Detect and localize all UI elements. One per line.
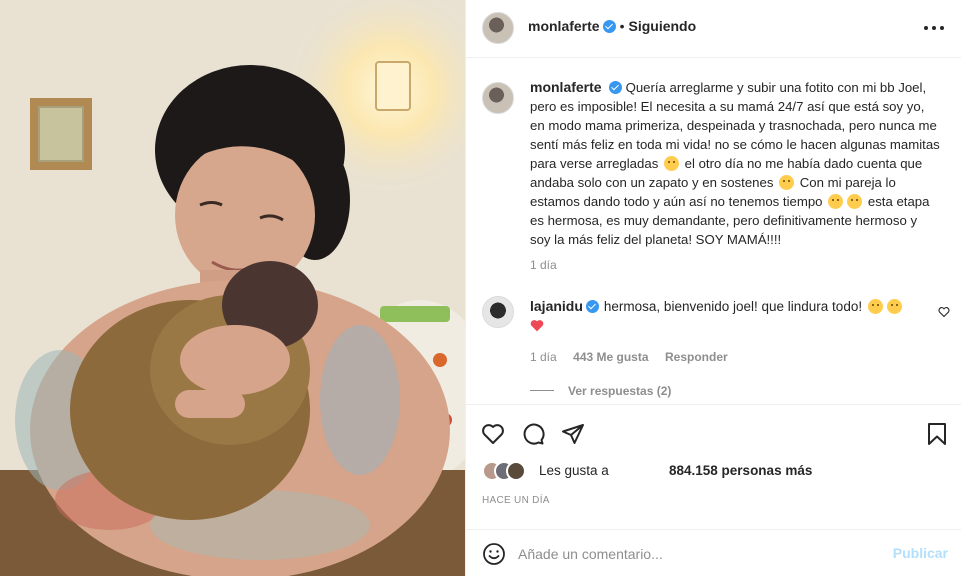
likes-prefix: Les gusta a [539, 463, 609, 478]
bookmark-icon[interactable] [926, 422, 948, 446]
verified-icon [602, 20, 616, 33]
view-replies[interactable]: Ver respuestas (2) [530, 382, 671, 400]
reply-button[interactable]: Responder [665, 350, 728, 364]
emoji-icon [886, 299, 902, 314]
more-icon[interactable] [924, 22, 944, 34]
heart-icon[interactable] [481, 422, 505, 446]
comment-body: hermosa, bienvenido joel! que lindura to… [603, 299, 863, 314]
caption-username[interactable]: monlaferte [530, 79, 602, 95]
emoji-icon [867, 299, 883, 314]
comment-like-heart-icon[interactable] [938, 306, 950, 318]
verified-icon [585, 300, 599, 313]
post-photo[interactable] [0, 0, 465, 576]
commenter-avatar[interactable] [482, 296, 514, 328]
comment-text: lajanidu hermosa, bienvenido joel! que li… [530, 297, 930, 335]
likes-summary: Les gusta a 884.158 personas más [482, 461, 942, 483]
comment-age[interactable]: 1 día [530, 350, 557, 364]
author-username[interactable]: monlaferte [528, 18, 600, 34]
likes-count[interactable]: 884.158 personas más [669, 463, 812, 478]
caption-text: monlaferte Quería arreglarme y subir una … [530, 78, 940, 249]
following-button[interactable]: Siguiendo [628, 18, 696, 34]
red-heart-emoji-icon [530, 320, 544, 332]
author-line: monlaferte • Siguiendo [528, 18, 696, 36]
caption-age[interactable]: 1 día [530, 258, 557, 272]
comment-composer: Publicar [466, 529, 961, 576]
post-photo-illustration [0, 0, 465, 576]
comment-likes[interactable]: 443 Me gusta [573, 350, 648, 364]
emoji-icon [847, 194, 863, 209]
liker-avatar[interactable] [506, 461, 526, 481]
separator-dot: • [619, 18, 625, 34]
comment-icon[interactable] [521, 422, 545, 446]
post-side-panel: monlaferte • Siguiendo monlaferte Quería ar… [465, 0, 961, 576]
view-replies-label[interactable]: Ver respuestas (2) [568, 384, 671, 398]
comment-input[interactable] [518, 542, 878, 566]
caption-avatar[interactable] [482, 82, 514, 114]
replies-line [530, 390, 554, 391]
publish-button[interactable]: Publicar [893, 545, 948, 561]
emoji-icon [663, 156, 679, 171]
post-timestamp[interactable]: HACE UN DÍA [482, 495, 550, 506]
emoji-icon [828, 194, 844, 209]
post-actions: Les gusta a 884.158 personas más HACE UN… [466, 404, 961, 576]
verified-icon [608, 81, 622, 94]
share-icon[interactable] [561, 422, 585, 446]
comment-item: lajanidu hermosa, bienvenido joel! que li… [482, 296, 952, 398]
emoji-picker-icon[interactable] [482, 542, 506, 566]
emoji-icon [779, 175, 795, 190]
author-avatar[interactable] [482, 12, 514, 44]
commenter-username[interactable]: lajanidu [530, 298, 583, 314]
comment-meta: 1 día 443 Me gusta Responder [530, 348, 728, 366]
post-header: monlaferte • Siguiendo [466, 0, 961, 58]
